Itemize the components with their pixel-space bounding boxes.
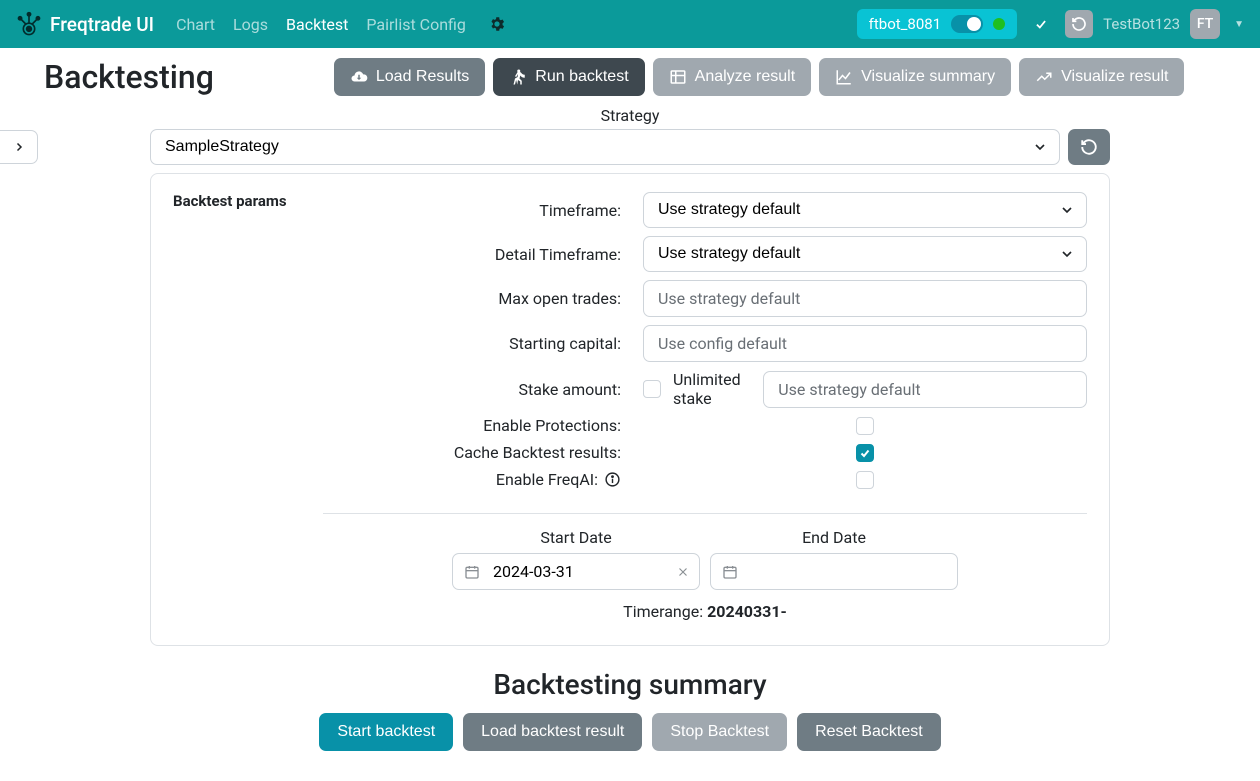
calendar-icon bbox=[464, 564, 480, 580]
dropdown-check-button[interactable] bbox=[1027, 10, 1055, 38]
cache-results-label: Cache Backtest results: bbox=[323, 443, 643, 462]
strategy-select[interactable]: SampleStrategy bbox=[150, 129, 1060, 165]
calendar-icon bbox=[722, 564, 738, 580]
brand[interactable]: Freqtrade UI bbox=[16, 11, 154, 37]
cloud-download-icon bbox=[350, 68, 368, 86]
max-open-trades-label: Max open trades: bbox=[323, 289, 643, 308]
stop-backtest-button[interactable]: Stop Backtest bbox=[652, 713, 787, 751]
timeframe-label: Timeframe: bbox=[323, 201, 643, 220]
starting-capital-input[interactable] bbox=[643, 325, 1087, 362]
enable-protections-checkbox[interactable] bbox=[856, 417, 874, 435]
starting-capital-label: Starting capital: bbox=[323, 334, 643, 353]
unlimited-stake-checkbox[interactable] bbox=[643, 380, 661, 398]
tab-visualize-summary[interactable]: Visualize summary bbox=[819, 58, 1011, 96]
avatar[interactable]: FT bbox=[1190, 9, 1220, 39]
info-icon[interactable] bbox=[604, 471, 621, 488]
strategy-select-box[interactable]: SampleStrategy bbox=[150, 129, 1060, 165]
end-date-label: End Date bbox=[802, 528, 866, 547]
chart-line-icon bbox=[835, 68, 853, 86]
tab-visualize-result[interactable]: Visualize result bbox=[1019, 58, 1184, 96]
clear-icon[interactable] bbox=[676, 565, 690, 579]
refresh-button[interactable] bbox=[1065, 10, 1093, 38]
gear-icon[interactable] bbox=[488, 15, 506, 34]
run-icon bbox=[509, 68, 527, 86]
enable-freqai-label: Enable FreqAI: bbox=[323, 470, 643, 489]
nav-logs[interactable]: Logs bbox=[233, 15, 268, 34]
tab-load-results[interactable]: Load Results bbox=[334, 58, 485, 96]
load-backtest-result-button[interactable]: Load backtest result bbox=[463, 713, 642, 751]
timeframe-select[interactable]: Use strategy default bbox=[643, 192, 1087, 228]
backtest-params-heading: Backtest params bbox=[173, 192, 323, 621]
freqtrade-logo-icon bbox=[16, 11, 42, 37]
stake-amount-label: Stake amount: bbox=[323, 380, 643, 399]
chart-trend-icon bbox=[1035, 68, 1053, 86]
nav-pairlist-config[interactable]: Pairlist Config bbox=[366, 15, 466, 34]
page-title: Backtesting bbox=[44, 58, 214, 96]
tab-run-backtest[interactable]: Run backtest bbox=[493, 58, 644, 96]
nav-right: ftbot_8081 TestBot123 FT ▼ bbox=[857, 9, 1244, 39]
stake-amount-input[interactable] bbox=[763, 371, 1087, 408]
bot-selector[interactable]: ftbot_8081 bbox=[857, 9, 1018, 39]
backtest-params-card: Backtest params Timeframe: Use strategy … bbox=[150, 173, 1110, 646]
backtesting-summary-title: Backtesting summary bbox=[150, 668, 1110, 701]
timerange-display: Timerange: 20240331- bbox=[323, 602, 1087, 621]
end-date-input[interactable] bbox=[710, 553, 958, 590]
unlimited-stake-label: Unlimited stake bbox=[673, 370, 751, 408]
status-indicator-icon bbox=[993, 18, 1005, 30]
tab-analyze-result[interactable]: Analyze result bbox=[653, 58, 812, 96]
detail-timeframe-label: Detail Timeframe: bbox=[323, 245, 643, 264]
strategy-refresh-button[interactable] bbox=[1068, 129, 1110, 165]
start-backtest-button[interactable]: Start backtest bbox=[319, 713, 453, 751]
user-dropdown-caret-icon[interactable]: ▼ bbox=[1234, 19, 1244, 30]
bot-name: ftbot_8081 bbox=[869, 15, 942, 33]
max-open-trades-input[interactable] bbox=[643, 280, 1087, 317]
end-date-input-wrap bbox=[710, 553, 958, 590]
nav-links: Chart Logs Backtest Pairlist Config bbox=[176, 15, 857, 34]
start-date-input[interactable] bbox=[452, 553, 700, 590]
divider bbox=[323, 513, 1087, 514]
table-icon bbox=[669, 68, 687, 86]
enable-freqai-checkbox[interactable] bbox=[856, 471, 874, 489]
strategy-label: Strategy bbox=[150, 106, 1110, 125]
username-label: TestBot123 bbox=[1103, 15, 1180, 33]
enable-protections-label: Enable Protections: bbox=[323, 416, 643, 435]
start-date-input-wrap bbox=[452, 553, 700, 590]
sidebar-expand-button[interactable] bbox=[0, 130, 38, 164]
refresh-icon bbox=[1080, 138, 1098, 156]
reset-backtest-button[interactable]: Reset Backtest bbox=[797, 713, 941, 751]
detail-timeframe-select[interactable]: Use strategy default bbox=[643, 236, 1087, 272]
backtest-tabs: Load Results Run backtest Analyze result… bbox=[334, 58, 1185, 96]
cache-results-checkbox[interactable] bbox=[856, 444, 874, 462]
top-navbar: Freqtrade UI Chart Logs Backtest Pairlis… bbox=[0, 0, 1260, 48]
brand-text: Freqtrade UI bbox=[50, 13, 154, 36]
nav-chart[interactable]: Chart bbox=[176, 15, 215, 34]
action-buttons: Start backtest Load backtest result Stop… bbox=[150, 713, 1110, 751]
nav-backtest[interactable]: Backtest bbox=[286, 15, 348, 34]
start-date-label: Start Date bbox=[540, 528, 611, 547]
bot-toggle[interactable] bbox=[951, 15, 983, 33]
